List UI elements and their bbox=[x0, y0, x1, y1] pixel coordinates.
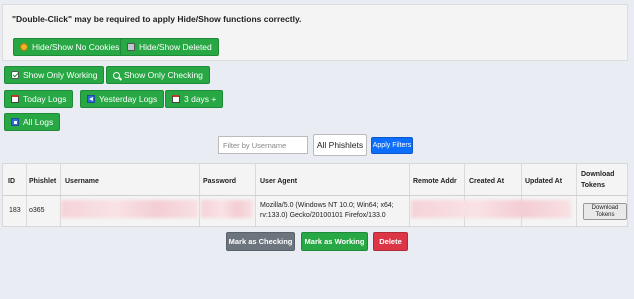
row-id: 183 bbox=[9, 207, 21, 214]
today-logs-button[interactable]: Today Logs bbox=[4, 90, 74, 108]
notice-text: "Double-Click" may be required to apply … bbox=[12, 14, 302, 24]
previous-day-icon bbox=[87, 95, 95, 103]
header-user-agent: User Agent bbox=[260, 178, 298, 185]
apply-filters-button[interactable]: Apply Filters bbox=[371, 137, 413, 154]
today-logs-label: Today Logs bbox=[23, 94, 67, 104]
calendar-icon bbox=[172, 95, 180, 103]
show-only-working-label: Show Only Working bbox=[23, 70, 98, 80]
download-tokens-button[interactable]: Download Tokens bbox=[583, 203, 627, 220]
three-days-label: 3 days + bbox=[184, 94, 217, 104]
header-phishlet: Phishlet bbox=[29, 178, 57, 185]
all-logs-label: All Logs bbox=[23, 117, 54, 127]
header-download-line2: Tokens bbox=[581, 182, 605, 189]
yesterday-logs-button[interactable]: Yesterday Logs bbox=[80, 90, 165, 108]
delete-button[interactable]: Delete bbox=[373, 232, 408, 251]
search-icon bbox=[113, 71, 120, 79]
redacted-network-info bbox=[411, 200, 571, 218]
header-password: Password bbox=[203, 178, 237, 185]
header-id: ID bbox=[8, 178, 15, 185]
all-logs-button[interactable]: All Logs bbox=[4, 113, 61, 131]
username-filter-input[interactable] bbox=[218, 136, 308, 154]
redacted-username bbox=[61, 200, 198, 218]
download-line2: Tokens bbox=[595, 211, 615, 218]
checkbox-icon bbox=[11, 71, 19, 79]
phishlet-select[interactable]: All Phishlets bbox=[313, 134, 367, 156]
calendar-icon bbox=[11, 95, 19, 103]
header-username: Username bbox=[65, 178, 99, 185]
hide-show-deleted-button[interactable]: Hide/Show Deleted bbox=[120, 38, 219, 56]
yesterday-logs-label: Yesterday Logs bbox=[99, 94, 158, 104]
cookie-icon bbox=[20, 43, 28, 51]
show-only-checking-label: Show Only Checking bbox=[124, 70, 203, 80]
redacted-password bbox=[201, 200, 253, 218]
header-updated-at: Updated At bbox=[525, 178, 563, 185]
row-user-agent: Mozilla/5.0 (Windows NT 10.0; Win64; x64… bbox=[260, 201, 394, 221]
hide-show-no-cookies-button[interactable]: Hide/Show No Cookies bbox=[13, 38, 127, 56]
mark-as-working-button[interactable]: Mark as Working bbox=[301, 232, 368, 251]
hide-show-deleted-label: Hide/Show Deleted bbox=[139, 42, 212, 52]
all-logs-icon bbox=[11, 118, 19, 126]
row-phishlet: o365 bbox=[29, 207, 45, 214]
download-line1: Download bbox=[591, 204, 619, 211]
show-only-working-button[interactable]: Show Only Working bbox=[4, 66, 105, 84]
mark-as-checking-button[interactable]: Mark as Checking bbox=[226, 232, 295, 251]
user-agent-line1: Mozilla/5.0 (Windows NT 10.0; Win64; x64… bbox=[260, 202, 394, 209]
header-download-tokens: Download Tokens bbox=[581, 169, 614, 191]
header-download-line1: Download bbox=[581, 171, 615, 178]
user-agent-line2: rv:133.0) Gecko/20100101 Firefox/133.0 bbox=[260, 212, 386, 219]
header-remote-addr: Remote Addr bbox=[413, 178, 457, 185]
show-only-checking-button[interactable]: Show Only Checking bbox=[106, 66, 210, 84]
three-days-button[interactable]: 3 days + bbox=[165, 90, 224, 108]
results-table: ID Phishlet Username Password User Agent… bbox=[2, 163, 628, 227]
hide-show-no-cookies-label: Hide/Show No Cookies bbox=[32, 42, 120, 52]
header-created-at: Created At bbox=[469, 178, 505, 185]
notice-panel: "Double-Click" may be required to apply … bbox=[2, 4, 628, 61]
trash-icon bbox=[127, 43, 135, 51]
